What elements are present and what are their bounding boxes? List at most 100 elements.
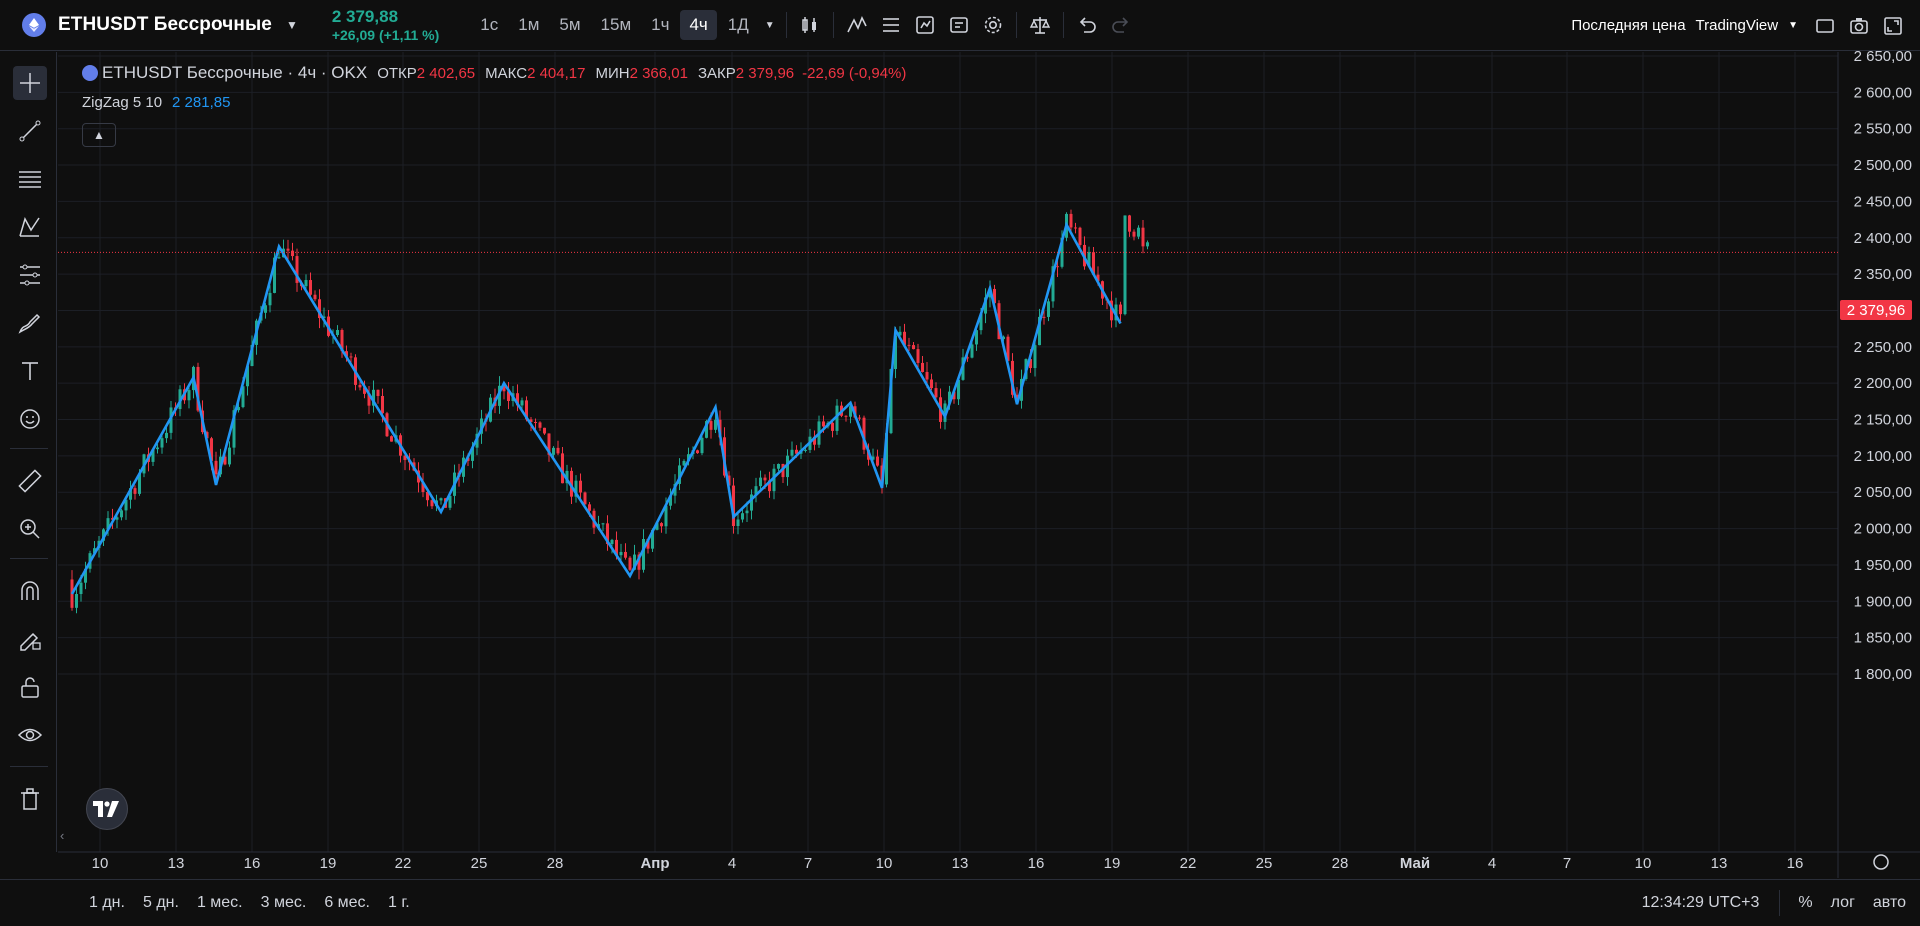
candle-body [741,513,744,520]
candle-body [1141,227,1145,247]
candle-body [1128,215,1131,232]
price-tick-label: 2 650,00 [1854,48,1912,65]
axis-settings-icon[interactable] [1873,854,1889,870]
bar-change: -22,69 (-0,94%) [802,64,907,82]
candle-body [187,390,191,401]
price-tick-label: 1 950,00 [1854,557,1912,574]
range-0[interactable]: 1 дн. [89,894,125,912]
chevron-up-icon: ▲ [93,128,105,142]
candle-body [313,294,317,300]
date-range-list: 1 дн. 5 дн. 1 мес. 3 мес. 6 мес. 1 г. [89,894,428,912]
candle-body [1033,345,1037,369]
candle-body [439,498,443,501]
candle-body [133,488,137,494]
price-tick-label: 2 250,00 [1854,339,1912,356]
candle-body [1119,304,1122,315]
time-tick-label: 10 [92,855,109,872]
time-tick-label: Май [1400,855,1430,872]
price-tick-label: 2 350,00 [1854,266,1912,283]
candle-body [156,447,159,450]
chart-background [58,52,1838,852]
chevron-left-icon[interactable]: ‹ [60,828,64,843]
time-tick-label: 28 [1332,855,1349,872]
price-tick-label: 2 200,00 [1854,375,1912,392]
candle-body [214,460,218,475]
time-tick-label: 25 [471,855,488,872]
divider [1779,890,1781,916]
high-value: 2 404,17 [527,64,586,82]
candle-body [925,371,929,380]
candle-body [696,450,699,454]
candle-body [934,388,938,398]
candle-body [970,344,974,358]
candle-body [538,422,542,428]
range-4[interactable]: 6 мес. [324,894,370,912]
candle-body [822,421,825,427]
candle-body [1137,227,1140,237]
price-tick-label: 2 100,00 [1854,448,1912,465]
candle-body [831,422,834,431]
time-tick-label: 7 [1563,855,1571,872]
time-tick-label: 16 [244,855,261,872]
range-5[interactable]: 1 г. [388,894,410,912]
candle-body [75,593,78,608]
candle-body [268,292,272,306]
price-tick-label: 2 500,00 [1854,157,1912,174]
candle-body [876,456,879,466]
percent-toggle[interactable]: % [1798,894,1812,912]
price-tick-label: 2 000,00 [1854,521,1912,538]
clock[interactable]: 12:34:29 UTC+3 [1642,894,1760,912]
time-tick-label: 10 [876,855,893,872]
open-label: ОТКР [377,64,417,82]
bottom-right-group: 12:34:29 UTC+3 % лог авто [1642,880,1920,926]
indicator-legend[interactable]: ZigZag 5 10 2 281,85 [82,94,230,111]
candle-body [759,477,762,487]
candle-body [277,257,281,259]
candle-body [628,557,632,570]
candle-body [520,400,524,406]
time-tick-label: 16 [1787,855,1804,872]
time-tick-label: 10 [1635,855,1652,872]
price-tick-label: 2 550,00 [1854,121,1912,138]
price-tick-label: 2 150,00 [1854,412,1912,429]
price-tick-label: 1 850,00 [1854,630,1912,647]
range-3[interactable]: 3 мес. [261,894,307,912]
candle-body [390,436,393,442]
time-tick-label: 22 [1180,855,1197,872]
candle-body [601,523,605,525]
candle-body [556,447,560,454]
candle-body [286,248,290,251]
candle-body [844,415,848,417]
bottom-toolbar: 1 дн. 5 дн. 1 мес. 3 мес. 6 мес. 1 г. 12:34:2… [0,879,1920,925]
time-tick-label: 4 [728,855,736,872]
price-tick-label: 2 600,00 [1854,84,1912,101]
candle-body [930,379,933,389]
time-tick-label: 16 [1028,855,1045,872]
time-tick-label: Апр [640,855,669,872]
price-chart[interactable]: 2 650,00 2 600,00 2 550,00 2 500,00 2 450,00… [0,0,1920,878]
tradingview-logo-icon[interactable] [86,788,128,830]
indicator-name[interactable]: ZigZag 5 10 [82,94,162,111]
range-2[interactable]: 1 мес. [197,894,243,912]
log-toggle[interactable]: лог [1831,894,1855,912]
price-tick-label: 1 800,00 [1854,666,1912,683]
legend-title[interactable]: ETHUSDT Бессрочные · 4ч · OKX [102,63,367,83]
low-value: 2 366,01 [629,64,688,82]
candle-body [291,250,294,257]
time-tick-label: 4 [1488,855,1496,872]
auto-toggle[interactable]: авто [1873,894,1906,912]
range-1[interactable]: 5 дн. [143,894,179,912]
collapse-legend-button[interactable]: ▲ [82,123,116,147]
time-tick-label: 13 [952,855,969,872]
candle-body [1069,213,1073,228]
time-tick-label: 13 [1711,855,1728,872]
time-tick-label: 13 [168,855,185,872]
candle-body [912,345,915,350]
candle-body [921,362,924,372]
time-tick-label: 19 [320,855,337,872]
candle-body [660,523,663,527]
price-tick-label: 2 050,00 [1854,484,1912,501]
candle-body [1056,266,1059,268]
candle-body [619,551,623,556]
candle-body [777,463,780,469]
